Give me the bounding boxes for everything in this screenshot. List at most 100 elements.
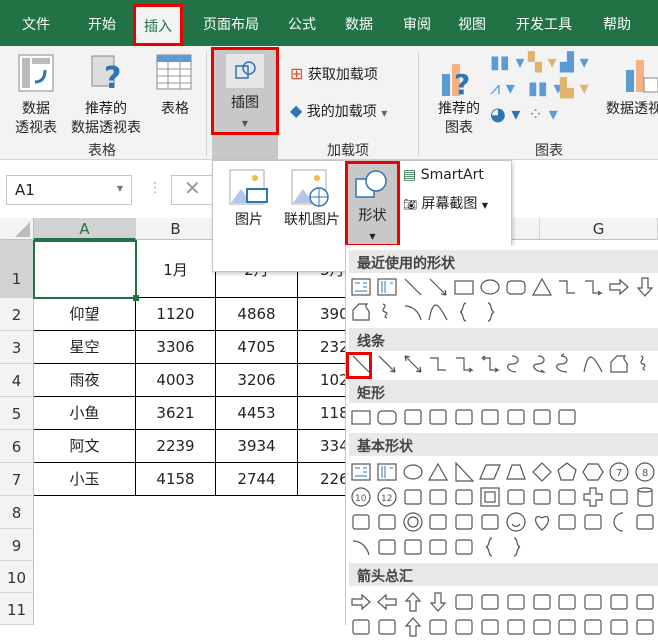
half-frame-shape-icon[interactable]	[504, 485, 528, 509]
can-shape-icon[interactable]	[633, 485, 657, 509]
oval-shape-icon[interactable]	[478, 275, 502, 299]
line-shape-icon[interactable]	[401, 275, 425, 299]
table-cell[interactable]: 2239	[136, 430, 216, 463]
curve-connector-shape-icon[interactable]	[504, 352, 528, 376]
circular-shape-icon[interactable]	[426, 615, 450, 639]
pie-chart-icon[interactable]: ◕ ▾	[490, 104, 520, 125]
right-arrow-shape-icon[interactable]	[349, 590, 373, 614]
snip2-shape-icon[interactable]	[426, 405, 450, 429]
diamond-shape-icon[interactable]	[530, 460, 554, 484]
table-cell[interactable]: 4868	[216, 298, 298, 331]
no-symbol-shape-icon[interactable]	[426, 510, 450, 534]
curve-arrow-shape-icon[interactable]	[530, 352, 554, 376]
table-cell[interactable]: 1120	[136, 298, 216, 331]
brace-right-shape-icon[interactable]	[478, 300, 502, 324]
bracket-right-shape-icon[interactable]	[452, 535, 476, 559]
striped-right-shape-icon[interactable]	[452, 615, 476, 639]
pentagon-arrow-shape-icon[interactable]	[504, 615, 528, 639]
arc-shape-icon[interactable]	[401, 300, 425, 324]
left-arrow-shape-icon[interactable]	[375, 590, 399, 614]
left-up-arrow-shape-icon[interactable]	[607, 590, 631, 614]
right-arrow-shape-icon[interactable]	[607, 275, 631, 299]
sun-shape-icon[interactable]	[581, 510, 605, 534]
header-cell[interactable]: 1月	[136, 240, 216, 298]
heart-shape-icon[interactable]	[530, 510, 554, 534]
arrow-shape-icon[interactable]	[426, 275, 450, 299]
tab-6[interactable]: 审阅	[403, 14, 431, 34]
rect-shape-icon[interactable]	[349, 405, 373, 429]
screenshot-button[interactable]: 📷︎ 屏幕截图 ▼	[403, 193, 508, 215]
snip3-shape-icon[interactable]	[452, 405, 476, 429]
right-triangle-shape-icon[interactable]	[452, 460, 476, 484]
right-callout-shape-icon[interactable]	[555, 615, 579, 639]
left-callout-shape-icon[interactable]	[607, 615, 631, 639]
cube-shape-icon[interactable]	[349, 510, 373, 534]
row-header-10[interactable]: 10	[0, 561, 34, 593]
table-cell[interactable]: 4453	[216, 397, 298, 430]
table-cell[interactable]: 3306	[136, 331, 216, 364]
diag-stripe-shape-icon[interactable]	[555, 485, 579, 509]
table-cell[interactable]: 3206	[216, 364, 298, 397]
roundrect-shape-icon[interactable]	[504, 275, 528, 299]
tab-5[interactable]: 数据	[345, 14, 373, 34]
tab-1[interactable]: 开始	[88, 14, 116, 34]
parallelogram-shape-icon[interactable]	[478, 460, 502, 484]
trapezoid-shape-icon[interactable]	[504, 460, 528, 484]
brace-left-shape-icon[interactable]	[452, 300, 476, 324]
left-right-arrow-shape-icon[interactable]	[452, 590, 476, 614]
table-cell[interactable]: 3621	[136, 397, 216, 430]
freeform-shape-icon[interactable]	[607, 352, 631, 376]
bent-arrow-shape-icon[interactable]	[555, 590, 579, 614]
bent-up-arrow-shape-icon[interactable]	[633, 590, 657, 614]
elbow-shape-icon[interactable]	[555, 275, 579, 299]
up-callout-shape-icon[interactable]	[633, 615, 657, 639]
table-cell[interactable]: 4158	[136, 463, 216, 496]
arc-shape-icon[interactable]	[349, 535, 373, 559]
elbow-arrow-shape-icon[interactable]	[452, 352, 476, 376]
table-cell[interactable]: 4705	[216, 331, 298, 364]
up-arrow-shape-icon[interactable]	[401, 615, 425, 639]
recommended-pivot-button[interactable]: ? 推荐的 数据透视表	[66, 52, 146, 136]
table-button[interactable]: 表格	[150, 52, 200, 136]
picture-button[interactable]: 图片	[223, 167, 275, 231]
column-chart-icon[interactable]: ▮▮ ▾	[490, 52, 525, 73]
curved-right-shape-icon[interactable]	[349, 615, 373, 639]
down-callout-shape-icon[interactable]	[581, 615, 605, 639]
roundrect-shape-icon[interactable]	[375, 405, 399, 429]
column-header-B[interactable]: B	[136, 218, 216, 240]
brace-left-shape-icon[interactable]	[478, 535, 502, 559]
curve-shape-icon[interactable]	[426, 300, 450, 324]
row-header-2[interactable]: 2	[0, 298, 34, 331]
notched-right-shape-icon[interactable]	[478, 615, 502, 639]
smartart-button[interactable]: ▤ SmartArt	[403, 167, 508, 189]
table-cell[interactable]: 阿文	[34, 430, 136, 463]
pivot-table-button[interactable]: 数据 透视表	[8, 52, 64, 136]
elbow-double-arrow-shape-icon[interactable]	[478, 352, 502, 376]
heptagon-shape-icon[interactable]: 7	[607, 460, 631, 484]
statistic-chart-icon[interactable]: ▮▮ ▾	[528, 78, 563, 99]
table-cell[interactable]: 仰望	[34, 298, 136, 331]
snip1-shape-icon[interactable]	[401, 405, 425, 429]
row-header-9[interactable]: 9	[0, 529, 34, 561]
tab-0[interactable]: 文件	[22, 14, 50, 34]
l-shape-shape-icon[interactable]	[530, 485, 554, 509]
left-right-up-arrow-shape-icon[interactable]	[530, 590, 554, 614]
frame-shape-icon[interactable]	[478, 485, 502, 509]
scribble-shape-icon[interactable]	[375, 300, 399, 324]
down-arrow-shape-icon[interactable]	[633, 275, 657, 299]
curved-left-shape-icon[interactable]	[375, 615, 399, 639]
waterfall-chart-icon[interactable]: ▟ ▾	[560, 52, 589, 73]
cross-shape-icon[interactable]	[581, 485, 605, 509]
bracket-left-shape-icon[interactable]	[426, 535, 450, 559]
down-arrow-shape-icon[interactable]	[426, 590, 450, 614]
freeform-shape-icon[interactable]	[349, 300, 373, 324]
textbox-shape-icon[interactable]	[349, 275, 373, 299]
table-cell[interactable]: 小鱼	[34, 397, 136, 430]
table-cell[interactable]: 小玉	[34, 463, 136, 496]
elbow-arrow-shape-icon[interactable]	[581, 275, 605, 299]
elbow-shape-icon[interactable]	[426, 352, 450, 376]
arrow-shape-icon[interactable]	[375, 352, 399, 376]
round1-shape-icon[interactable]	[504, 405, 528, 429]
vtextbox-shape-icon[interactable]	[375, 460, 399, 484]
folded-corner-shape-icon[interactable]	[478, 510, 502, 534]
